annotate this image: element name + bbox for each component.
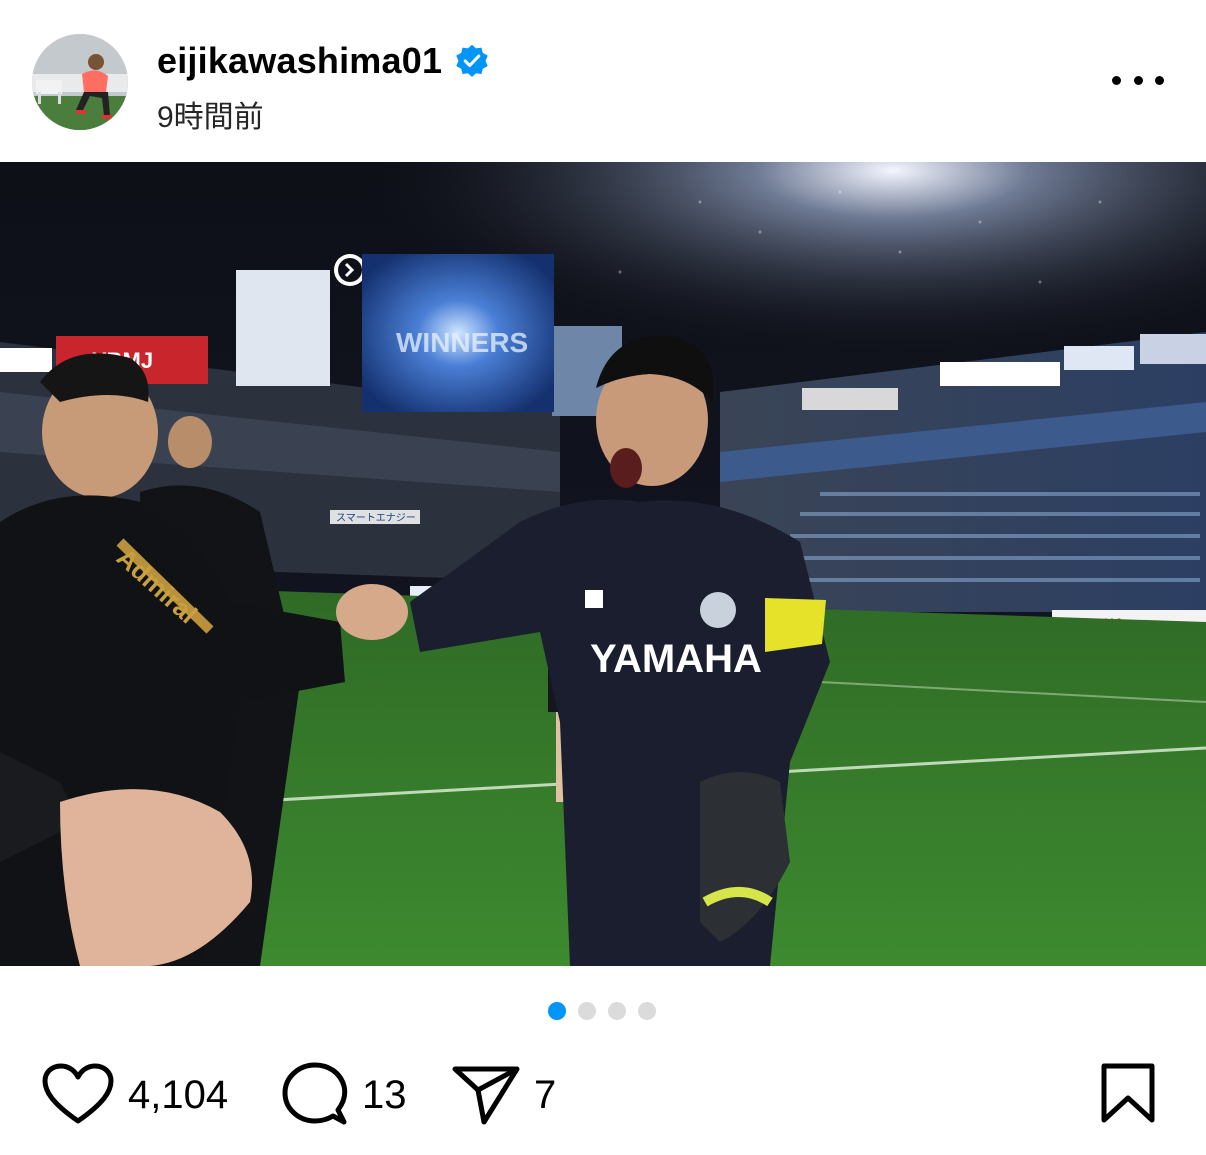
stadium-celebration-image: YBMJ スマートエナジー YAMAHA WINNERS (0, 162, 1206, 966)
more-options-button[interactable] (1112, 62, 1164, 98)
more-dot (1133, 75, 1143, 85)
comment-bubble-icon (282, 1062, 348, 1125)
more-horizontal-icon (1112, 75, 1121, 85)
save-button[interactable] (1100, 1062, 1156, 1124)
carousel-indicator (548, 1002, 656, 1020)
banner-smart-energy: スマートエナジー (336, 512, 416, 524)
scoreboard-text: WINNERS (396, 327, 528, 358)
heart-icon (42, 1063, 114, 1124)
comment-button[interactable]: 13 (282, 1060, 407, 1130)
more-dot (1155, 75, 1164, 85)
avatar[interactable] (32, 34, 128, 130)
paper-plane-icon (452, 1066, 520, 1125)
comment-count[interactable]: 13 (362, 1073, 407, 1118)
share-button[interactable]: 7 (452, 1060, 556, 1130)
carousel-dot[interactable] (578, 1002, 596, 1020)
post-photo[interactable]: YBMJ スマートエナジー YAMAHA WINNERS (0, 162, 1206, 966)
username-row: eijikawashima01 (157, 38, 490, 84)
avatar-image (32, 34, 128, 130)
carousel-dot-active[interactable] (548, 1002, 566, 1020)
post-timestamp: 9時間前 (157, 101, 264, 134)
shirt-sponsor-text: YAMAHA (590, 637, 762, 681)
carousel-dot[interactable] (608, 1002, 626, 1020)
bookmark-icon (1101, 1063, 1155, 1123)
post-header: eijikawashima01 9時間前 (0, 0, 1206, 162)
like-button[interactable]: 4,104 (42, 1060, 228, 1130)
verified-badge-icon (454, 43, 490, 79)
share-count[interactable]: 7 (534, 1073, 556, 1118)
username[interactable]: eijikawashima01 (157, 40, 442, 82)
like-count[interactable]: 4,104 (128, 1073, 228, 1118)
carousel-dot[interactable] (638, 1002, 656, 1020)
instagram-post: eijikawashima01 9時間前 スマートエナジー WINNERS Ad… (0, 0, 1206, 1155)
action-bar: 4,104 13 7 (0, 1040, 1206, 1150)
